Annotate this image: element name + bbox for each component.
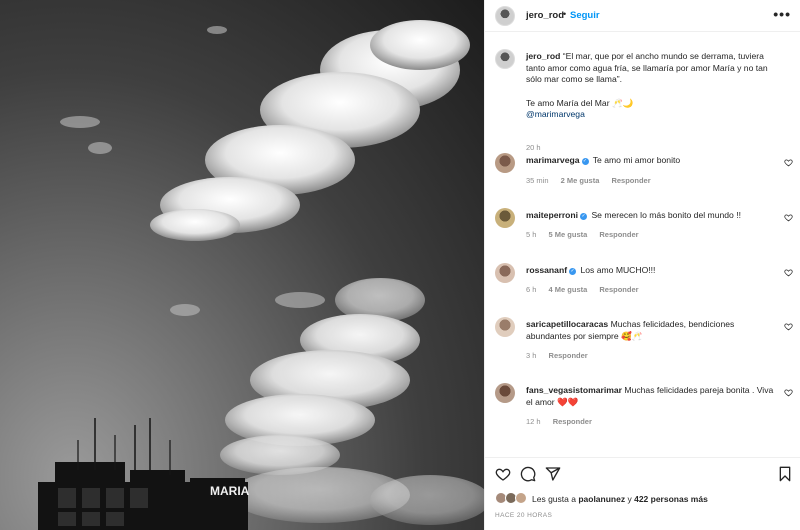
comment-time: 5 h <box>526 230 537 239</box>
comment-likes[interactable]: 2 Me gusta <box>561 176 600 185</box>
caption-text: jero_rod “El mar, que por el ancho mundo… <box>526 51 774 121</box>
reply-button[interactable]: Responder <box>553 417 592 426</box>
comment-text: rossananf ✓ Los amo MUCHO!!! <box>526 265 774 277</box>
comment-username[interactable]: rossananf <box>526 265 567 275</box>
building <box>38 418 248 530</box>
post-actions: Les gusta a paolanunez y 422 personas má… <box>485 457 800 530</box>
like-comment-icon[interactable] <box>784 388 793 397</box>
reply-button[interactable]: Responder <box>611 176 650 185</box>
comment-icon[interactable] <box>520 466 536 482</box>
comment-body: Te amo mi amor bonito <box>592 155 681 165</box>
liker-avatar <box>515 492 527 504</box>
caption-meta: 20 h <box>526 143 551 152</box>
like-comment-icon[interactable] <box>784 268 793 277</box>
comment-likes[interactable]: 5 Me gusta <box>549 230 588 239</box>
caption-mention[interactable]: @marimarvega <box>526 109 774 121</box>
comment-username[interactable]: maiteperroni <box>526 210 578 220</box>
likes-summary: Les gusta a paolanunez y 422 personas má… <box>532 494 708 504</box>
commenter-avatar[interactable] <box>495 153 515 173</box>
like-icon[interactable] <box>495 466 511 482</box>
caption-line2: Te amo María del Mar 🥂🌙 <box>526 97 634 108</box>
comment-username[interactable]: saricapetillocaracas <box>526 319 608 329</box>
comment-meta: 5 h 5 Me gusta Responder <box>526 230 649 239</box>
like-comment-icon[interactable] <box>784 158 793 167</box>
likes-middle: y <box>627 494 632 504</box>
comment-body: Los amo MUCHO!!! <box>580 265 656 275</box>
comment-username[interactable]: fans_vegasistomarimar <box>526 385 622 395</box>
photo-scene: MARIA <box>38 20 484 530</box>
comment-text: maiteperroni ✓ Se merecen lo más bonito d… <box>526 210 774 222</box>
comment-item: rossananf ✓ Los amo MUCHO!!! 6 h 4 Me gus… <box>485 263 800 313</box>
caption-username[interactable]: jero_rod <box>526 51 560 61</box>
verified-badge-icon: ✓ <box>569 268 577 275</box>
post-time[interactable]: HACE 20 HORAS <box>495 512 552 519</box>
comment-meta: 35 min 2 Me gusta Responder <box>526 176 661 185</box>
author-username[interactable]: jero_rod <box>526 10 564 21</box>
caption: jero_rod “El mar, que por el ancho mundo… <box>485 49 800 159</box>
comment-meta: 3 h Responder <box>526 351 598 360</box>
comment-time: 6 h <box>526 285 537 294</box>
cloud-upper <box>150 20 470 241</box>
like-comment-icon[interactable] <box>784 213 793 222</box>
like-comment-icon[interactable] <box>784 322 793 331</box>
comment-item: marimarvega ✓ Te amo mi amor bonito 35 mi… <box>485 153 800 203</box>
comment-time: 3 h <box>526 351 537 360</box>
reply-button[interactable]: Responder <box>599 230 638 239</box>
likes-count[interactable]: 422 personas más <box>634 494 708 504</box>
comment-body: Se merecen lo más bonito del mundo !! <box>591 210 741 220</box>
separator-dot: • <box>563 9 567 19</box>
commenter-avatar[interactable] <box>495 263 515 283</box>
verified-badge-icon: ✓ <box>581 158 589 165</box>
post-header: jero_rod • Seguir ••• <box>485 0 800 32</box>
comment-likes[interactable]: 4 Me gusta <box>549 285 588 294</box>
commenter-avatar[interactable] <box>495 208 515 228</box>
comments-list[interactable]: jero_rod “El mar, que por el ancho mundo… <box>485 33 800 457</box>
comment-item: saricapetillocaracas Muchas felicidades,… <box>485 317 800 377</box>
comment-text: fans_vegasistomarimar Muchas felicidades… <box>526 385 774 408</box>
commenter-avatar[interactable] <box>495 383 515 403</box>
save-bookmark-icon[interactable] <box>777 466 793 482</box>
comment-text: marimarvega ✓ Te amo mi amor bonito <box>526 155 774 167</box>
post-panel: jero_rod • Seguir ••• jero_rod “El mar, … <box>484 0 800 530</box>
reply-button[interactable]: Responder <box>549 351 588 360</box>
commenter-avatar[interactable] <box>495 317 515 337</box>
comment-username[interactable]: marimarvega <box>526 155 580 165</box>
caption-avatar[interactable] <box>495 49 515 69</box>
share-icon[interactable] <box>545 466 561 482</box>
comment-item: fans_vegasistomarimar Muchas felicidades… <box>485 383 800 443</box>
comment-time: 35 min <box>526 176 549 185</box>
comment-meta: 12 h Responder <box>526 417 602 426</box>
follow-button[interactable]: Seguir <box>570 10 600 21</box>
likes-user[interactable]: paolanunez <box>578 494 625 504</box>
building-sign: MARIA <box>210 484 250 498</box>
likes-prefix: Les gusta a <box>532 494 576 504</box>
comment-item: maiteperroni ✓ Se merecen lo más bonito d… <box>485 208 800 258</box>
comment-time: 12 h <box>526 417 541 426</box>
comment-meta: 6 h 4 Me gusta Responder <box>526 285 649 294</box>
caption-time: 20 h <box>526 143 541 152</box>
comment-text: saricapetillocaracas Muchas felicidades,… <box>526 319 774 342</box>
caption-body: “El mar, que por el ancho mundo se derra… <box>526 51 768 84</box>
verified-badge-icon: ✓ <box>580 213 588 220</box>
more-options-icon[interactable]: ••• <box>773 6 791 22</box>
post-photo[interactable]: MARIA <box>0 0 484 530</box>
author-avatar[interactable] <box>495 6 515 26</box>
reply-button[interactable]: Responder <box>599 285 638 294</box>
cloud-lower <box>220 278 484 525</box>
